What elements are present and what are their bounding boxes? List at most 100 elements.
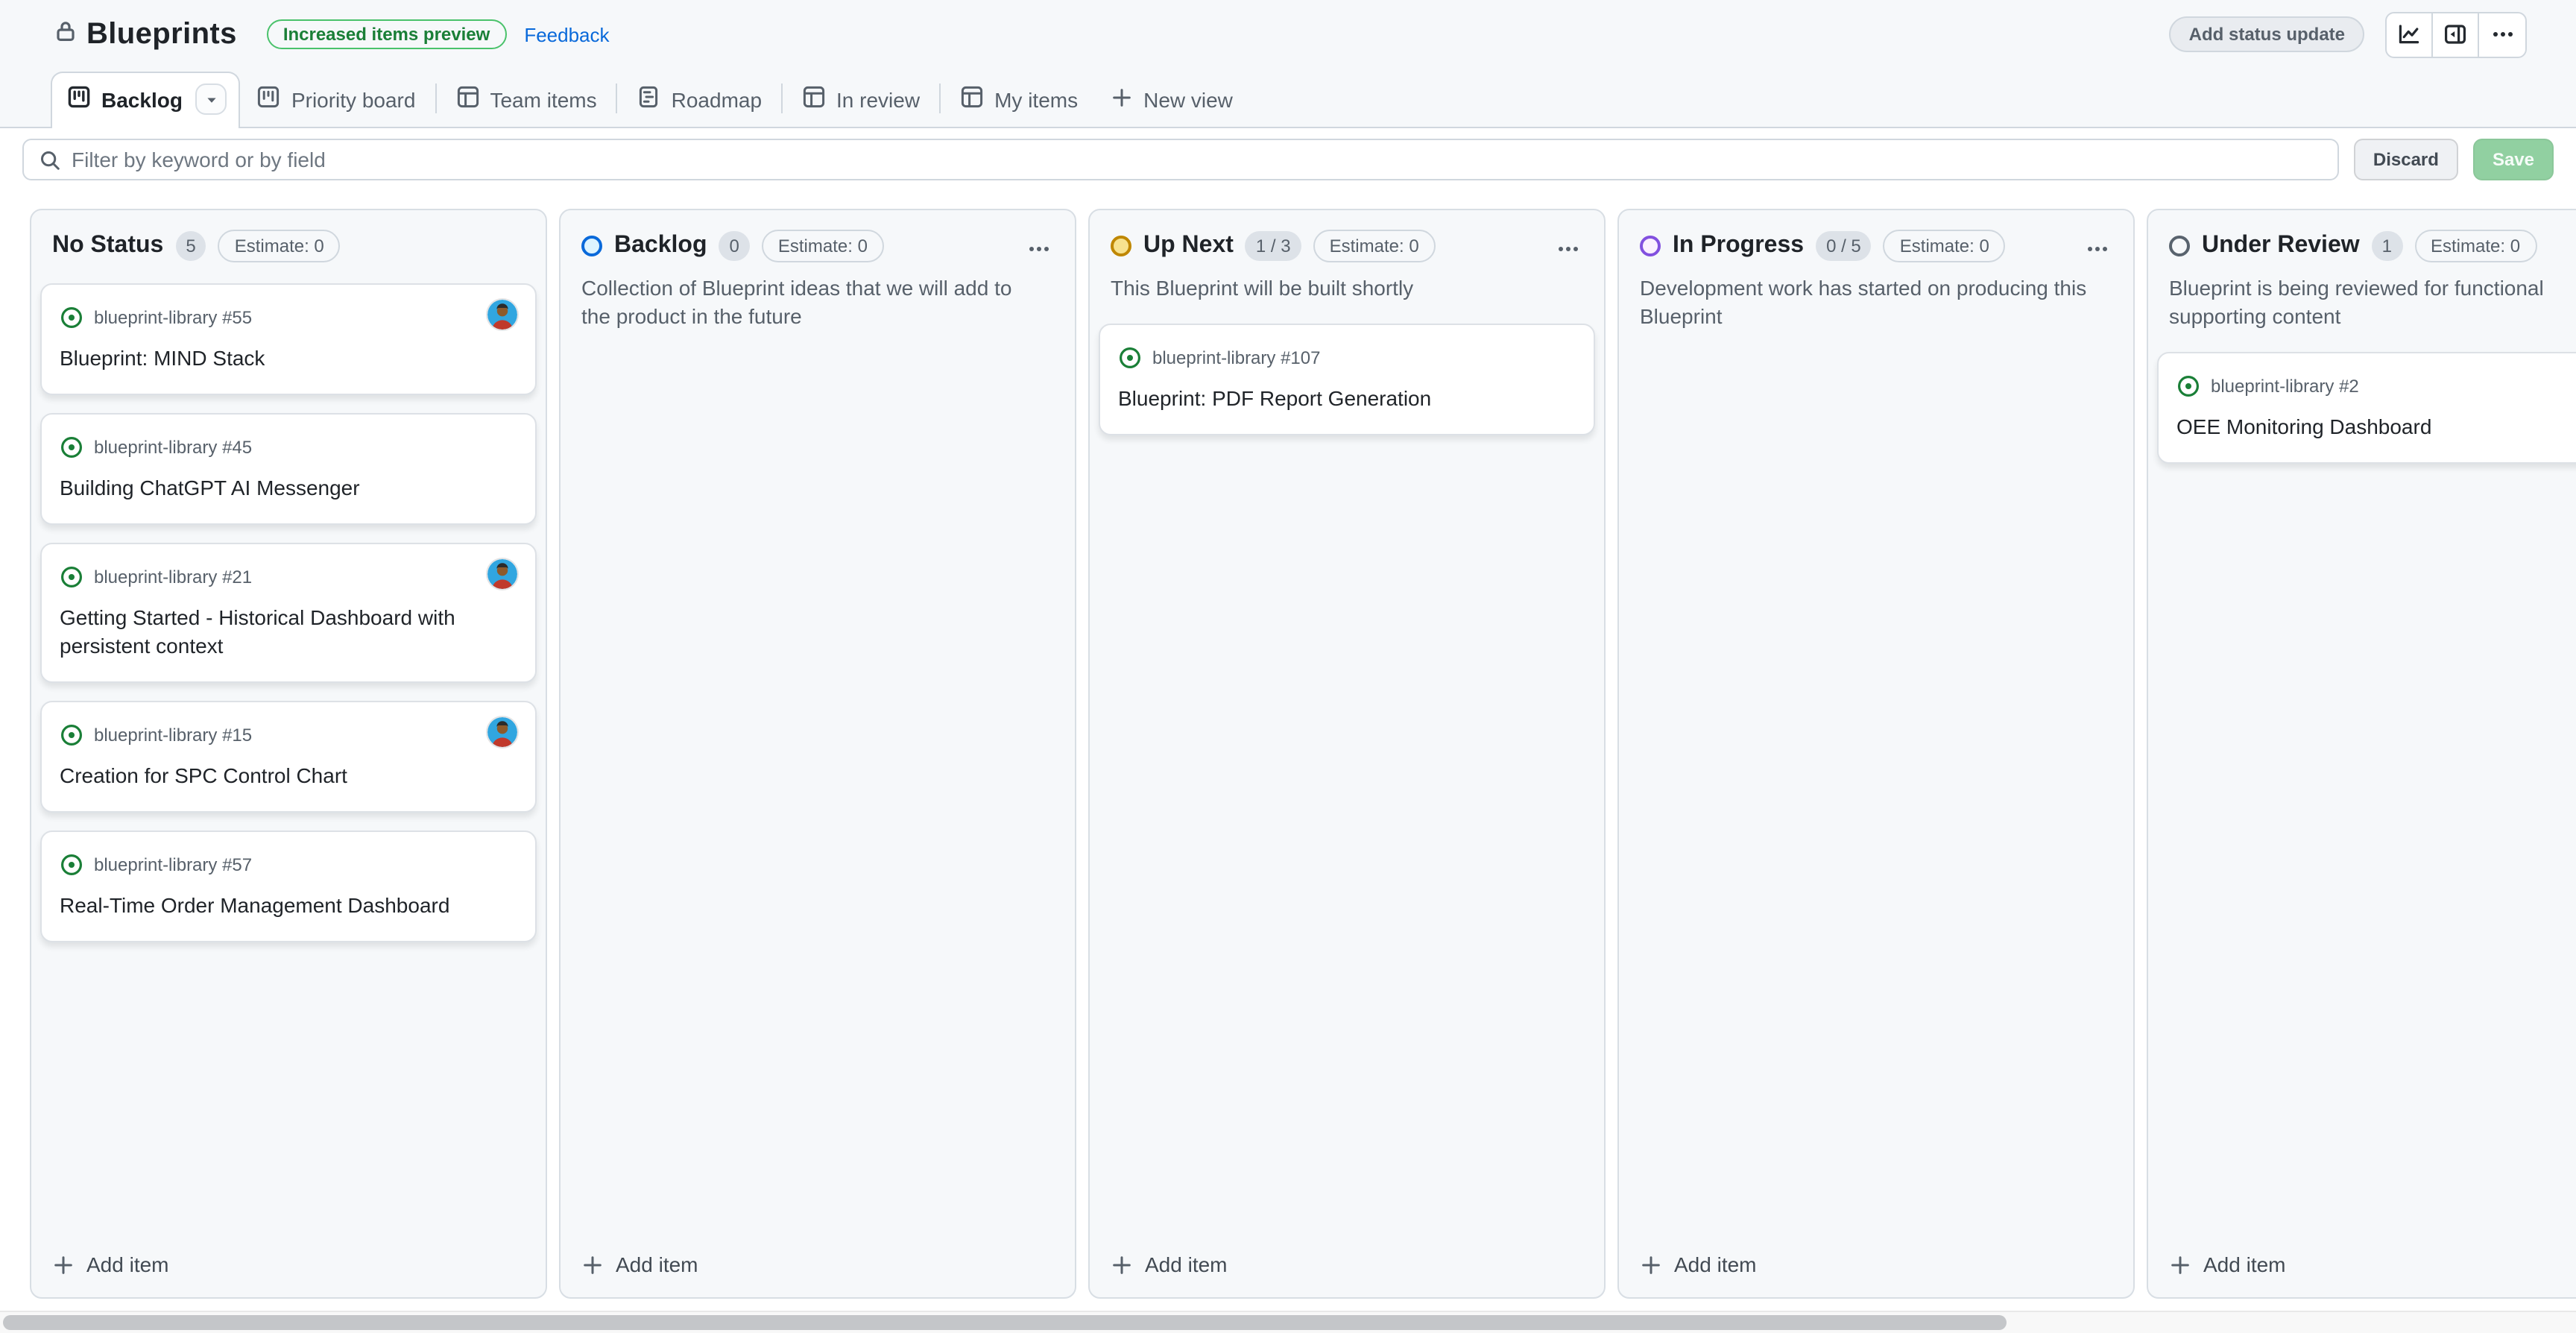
issue-repo-ref: blueprint-library #107 (1152, 347, 1320, 368)
view-tabs: Backlog Priority board Team items (0, 69, 2576, 128)
status-dot (581, 236, 602, 256)
issue-card[interactable]: blueprint-library #21 Getting Started - … (40, 543, 537, 683)
add-item-button[interactable]: Add item (2148, 1235, 2576, 1297)
chevron-down-icon[interactable] (196, 83, 227, 115)
tab-label: Backlog (101, 87, 183, 111)
plus-icon (2169, 1253, 2191, 1276)
board-column-no-status: No Status 5 Estimate: 0 blueprint-librar… (30, 209, 547, 1299)
preview-feature-badge: Increased items preview (267, 19, 507, 49)
plus-icon (1640, 1253, 1662, 1276)
issue-card[interactable]: blueprint-library #107 Blueprint: PDF Re… (1099, 324, 1595, 435)
card-list: blueprint-library #107 Blueprint: PDF Re… (1090, 306, 1604, 444)
column-menu-icon[interactable] (2080, 231, 2115, 271)
add-item-button[interactable]: Add item (1619, 1235, 2133, 1297)
issue-title: Creation for SPC Control Chart (60, 762, 517, 790)
tab-separator (939, 83, 941, 113)
estimate-badge: Estimate: 0 (1884, 230, 2006, 262)
side-panel-icon[interactable] (2433, 13, 2479, 56)
save-button[interactable]: Save (2473, 139, 2554, 180)
status-dot (2169, 236, 2190, 256)
issue-card[interactable]: blueprint-library #55 Blueprint: MIND St… (40, 283, 537, 395)
column-description: Development work has started on producin… (1619, 265, 2133, 334)
status-dot (1111, 236, 1131, 256)
tab-team-items[interactable]: Team items (439, 72, 613, 127)
avatar (487, 559, 517, 589)
issue-card[interactable]: blueprint-library #15 Creation for SPC C… (40, 701, 537, 813)
tab-in-review[interactable]: In review (786, 72, 936, 127)
filter-bar: Discard Save (0, 128, 2576, 189)
issue-repo-ref: blueprint-library #15 (94, 725, 252, 746)
issue-repo-ref: blueprint-library #55 (94, 307, 252, 328)
card-list (1619, 334, 2133, 361)
board-column-backlog: Backlog 0 Estimate: 0 Collection of Blue… (559, 209, 1076, 1299)
roadmap-icon (637, 85, 661, 113)
column-description: This Blueprint will be built shortly (1090, 265, 1604, 306)
tab-label: Priority board (291, 87, 416, 111)
new-view-button[interactable]: New view (1094, 73, 1249, 127)
column-header: Up Next 1 / 3 Estimate: 0 (1090, 210, 1604, 265)
tab-label: Team items (490, 87, 596, 111)
issue-repo-ref: blueprint-library #45 (94, 437, 252, 458)
column-title: Up Next (1143, 233, 1234, 259)
tab-label: My items (994, 87, 1078, 111)
tab-label: In review (836, 87, 920, 111)
tab-my-items[interactable]: My items (944, 72, 1094, 127)
board-column-under-review: Under Review 1 Estimate: 0 Blueprint is … (2147, 209, 2576, 1299)
issue-repo-ref: blueprint-library #57 (94, 854, 252, 875)
column-description: Collection of Blueprint ideas that we wi… (561, 265, 1075, 334)
filter-input-wrapper (22, 139, 2339, 180)
column-count-badge: 1 / 3 (1246, 231, 1301, 261)
add-item-button[interactable]: Add item (31, 1235, 546, 1297)
issue-title: Getting Started - Historical Dashboard w… (60, 604, 517, 661)
issue-open-icon (60, 306, 83, 330)
column-header: Backlog 0 Estimate: 0 (561, 210, 1075, 265)
discard-button[interactable]: Discard (2354, 139, 2458, 180)
page-title: Blueprints (86, 17, 237, 51)
project-board-icon (257, 85, 281, 113)
column-menu-icon[interactable] (1550, 231, 1586, 271)
tab-priority-board[interactable]: Priority board (241, 72, 432, 127)
project-header: Blueprints Increased items preview Feedb… (0, 0, 2576, 69)
issue-open-icon (60, 565, 83, 589)
column-menu-icon[interactable] (1021, 231, 1057, 271)
plus-icon (1111, 86, 1133, 113)
feedback-link[interactable]: Feedback (524, 23, 609, 45)
card-list (561, 334, 1075, 361)
add-status-update-button[interactable]: Add status update (2170, 16, 2364, 52)
table-icon (455, 85, 479, 113)
table-icon (802, 85, 826, 113)
filter-input[interactable] (72, 148, 2323, 171)
board-column-up-next: Up Next 1 / 3 Estimate: 0 This Blueprint… (1088, 209, 1606, 1299)
scrollbar-thumb[interactable] (3, 1315, 2007, 1330)
issue-card[interactable]: blueprint-library #2 OEE Monitoring Dash… (2157, 352, 2576, 464)
column-count-badge: 0 / 5 (1816, 231, 1872, 261)
add-item-button[interactable]: Add item (1090, 1235, 1604, 1297)
issue-open-icon (60, 853, 83, 877)
estimate-badge: Estimate: 0 (2414, 230, 2536, 262)
column-count-badge: 0 (719, 231, 750, 261)
issue-open-icon (2176, 374, 2200, 398)
tab-roadmap[interactable]: Roadmap (621, 72, 778, 127)
column-title: Backlog (614, 233, 707, 259)
add-item-button[interactable]: Add item (561, 1235, 1075, 1297)
kebab-menu-icon[interactable] (2479, 13, 2525, 56)
issue-card[interactable]: blueprint-library #57 Real-Time Order Ma… (40, 831, 537, 942)
plus-icon (1111, 1253, 1133, 1276)
issue-title: OEE Monitoring Dashboard (2176, 413, 2576, 441)
horizontal-scrollbar (0, 1311, 2576, 1333)
column-title: Under Review (2202, 233, 2360, 259)
column-header: In Progress 0 / 5 Estimate: 0 (1619, 210, 2133, 265)
tab-backlog[interactable]: Backlog (51, 72, 241, 128)
status-dot (1640, 236, 1661, 256)
insights-chart-icon[interactable] (2387, 13, 2433, 56)
issue-card[interactable]: blueprint-library #45 Building ChatGPT A… (40, 413, 537, 525)
column-header: Under Review 1 Estimate: 0 (2148, 210, 2576, 265)
plus-icon (52, 1253, 75, 1276)
issue-repo-ref: blueprint-library #2 (2211, 376, 2359, 397)
card-list: blueprint-library #55 Blueprint: MIND St… (31, 265, 546, 951)
estimate-badge: Estimate: 0 (762, 230, 884, 262)
column-header: No Status 5 Estimate: 0 (31, 210, 546, 265)
card-list: blueprint-library #2 OEE Monitoring Dash… (2148, 334, 2576, 473)
board-column-in-progress: In Progress 0 / 5 Estimate: 0 Developmen… (1617, 209, 2135, 1299)
tab-separator (781, 83, 783, 113)
